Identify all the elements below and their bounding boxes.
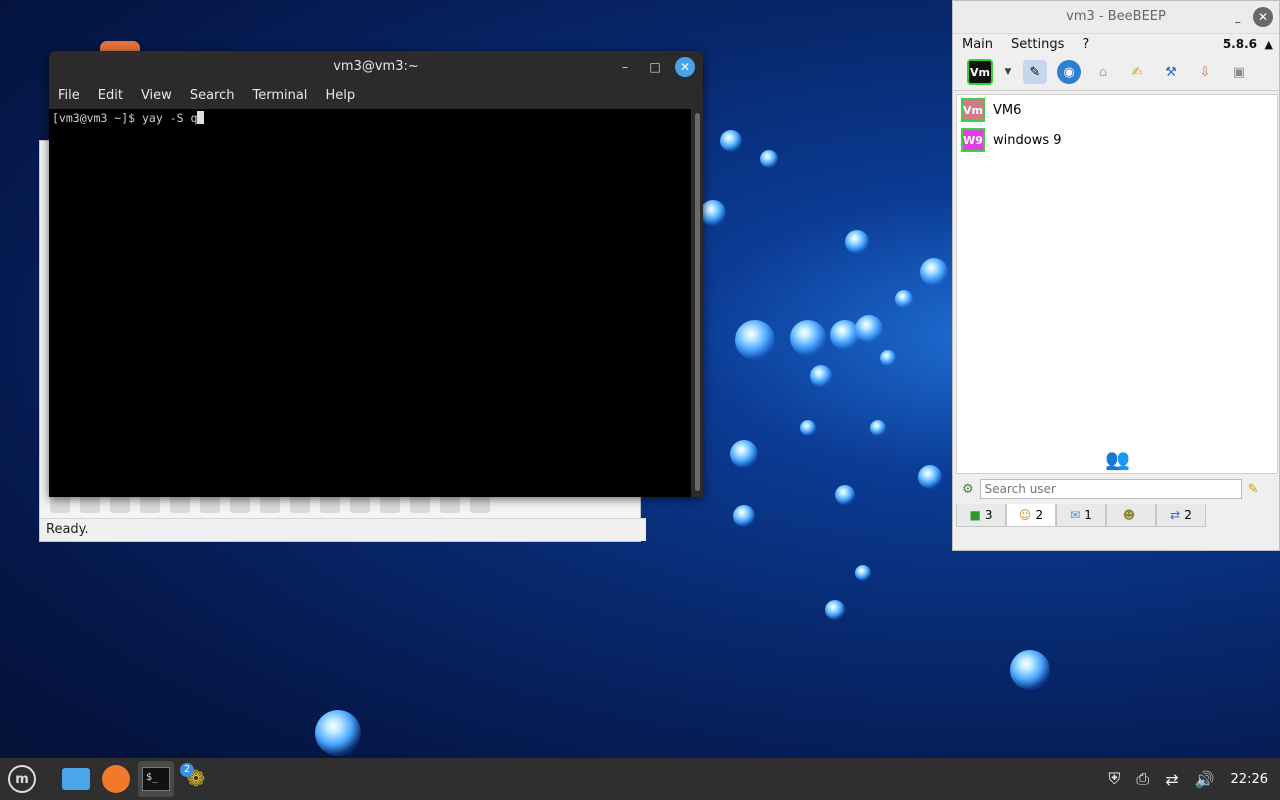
menu-settings[interactable]: Settings	[1002, 37, 1073, 52]
menu-file[interactable]: File	[49, 83, 89, 109]
toolbar-icon[interactable]	[290, 495, 310, 513]
clock[interactable]: 22:26	[1231, 772, 1268, 787]
notes-icon[interactable]: ✍	[1125, 60, 1149, 84]
terminal-icon: $_	[142, 767, 170, 791]
terminal-cursor	[197, 111, 205, 124]
toolbar-icon[interactable]	[410, 495, 430, 513]
toolbar-icon[interactable]	[230, 495, 250, 513]
profile-edit-icon[interactable]: ✎	[1023, 60, 1047, 84]
network-icon[interactable]: ◉	[1057, 60, 1081, 84]
terminal-title: vm3@vm3:~	[333, 59, 419, 74]
menu-main[interactable]: Main	[953, 37, 1002, 52]
toolbar-icon[interactable]	[320, 495, 340, 513]
user-name: windows 9	[993, 132, 1062, 148]
firefox-launcher[interactable]	[98, 761, 134, 797]
folder-icon	[62, 768, 90, 790]
beebeep-title: vm3 - BeeBEEP	[1066, 9, 1166, 24]
tab-groups[interactable]: ☻	[1106, 504, 1156, 527]
toolbar-icon[interactable]	[440, 495, 460, 513]
toolbar-icon[interactable]	[110, 495, 130, 513]
beebeep-window[interactable]: vm3 - BeeBEEP – ✕ Main Settings ? 5.8.6 …	[952, 0, 1280, 551]
terminal-launcher[interactable]: $_	[138, 761, 174, 797]
user-name: VM6	[993, 102, 1022, 118]
scrollbar-thumb[interactable]	[695, 113, 700, 491]
terminal-scrollbar[interactable]	[691, 109, 703, 497]
users-icon: ☺	[1018, 508, 1032, 522]
home-icon[interactable]: ⌂	[1091, 60, 1115, 84]
group-icon: ☻	[1122, 508, 1136, 522]
system-tray: ⛨ ⎙ ⇄ 🔊 22:26	[1108, 758, 1268, 800]
printer-icon[interactable]: ⎙	[1136, 769, 1149, 789]
toolbar-icon[interactable]	[200, 495, 220, 513]
beebeep-launcher[interactable]: ❁ 2	[178, 761, 214, 797]
toolbar-icon[interactable]	[380, 495, 400, 513]
people-icon: 👥	[1105, 447, 1130, 471]
search-row: ⚙ ✎	[956, 475, 1276, 503]
menu-view[interactable]: View	[132, 83, 181, 109]
menu-button[interactable]: m	[4, 761, 40, 797]
status-badge[interactable]: Vm	[967, 59, 993, 85]
close-icon[interactable]: ✕	[1253, 7, 1273, 27]
list-item[interactable]: Vm VM6	[957, 95, 1277, 125]
avatar: Vm	[961, 98, 985, 122]
search-input[interactable]	[979, 479, 1242, 499]
status-bar: Ready.	[40, 518, 646, 541]
menu-edit[interactable]: Edit	[89, 83, 132, 109]
linux-icon: ▲	[1264, 37, 1273, 51]
terminal-titlebar[interactable]: vm3@vm3:~ – □ ✕	[49, 51, 703, 83]
tab-users[interactable]: ☺ 2	[1006, 504, 1056, 527]
monitor-icon: ■	[969, 508, 981, 522]
toolbar-icon[interactable]	[140, 495, 160, 513]
notification-badge: 2	[180, 763, 194, 777]
terminal-menubar: File Edit View Search Terminal Help	[49, 83, 703, 109]
user-list: Vm VM6 W9 windows 9 👥	[956, 94, 1278, 474]
toolbar-icon[interactable]	[260, 495, 280, 513]
maximize-icon[interactable]: □	[645, 57, 665, 77]
tools-icon[interactable]: ⚒	[1159, 60, 1183, 84]
terminal-screen[interactable]: [vm3@vm3 ~]$ yay -S q	[49, 109, 691, 497]
menu-search[interactable]: Search	[181, 83, 244, 109]
chevron-down-icon[interactable]: ▼	[1003, 60, 1013, 84]
beebeep-tabs: ■ 3 ☺ 2 ✉ 1 ☻ ⇄ 2	[956, 504, 1206, 528]
close-icon[interactable]: ✕	[675, 57, 695, 77]
beebeep-toolbar: Vm ▼ ✎ ◉ ⌂ ✍ ⚒ ⇩ ▣	[953, 54, 1279, 91]
toolbar-icon[interactable]	[350, 495, 370, 513]
menu-help[interactable]: ?	[1073, 37, 1098, 52]
menu-help[interactable]: Help	[316, 83, 364, 109]
menu-terminal[interactable]: Terminal	[243, 83, 316, 109]
toolbar-icon[interactable]	[170, 495, 190, 513]
list-item[interactable]: W9 windows 9	[957, 125, 1277, 155]
download-folder-icon[interactable]: ⇩	[1193, 60, 1217, 84]
tab-shares[interactable]: ⇄ 2	[1156, 504, 1206, 527]
toolbar-icon[interactable]	[80, 495, 100, 513]
beebeep-titlebar[interactable]: vm3 - BeeBEEP – ✕	[953, 1, 1279, 34]
tab-chats[interactable]: ✉ 1	[1056, 504, 1106, 527]
minimize-icon[interactable]: –	[615, 57, 635, 77]
network-icon[interactable]: ⇄	[1165, 770, 1178, 789]
beebeep-menubar: Main Settings ? 5.8.6 ▲	[953, 34, 1279, 54]
version-label: 5.8.6	[1222, 37, 1257, 51]
files-launcher[interactable]	[58, 761, 94, 797]
share-icon: ⇄	[1170, 508, 1181, 522]
search-settings-icon[interactable]: ⚙	[962, 482, 974, 497]
terminal-prompt-line: [vm3@vm3 ~]$ yay -S q	[52, 111, 198, 125]
taskbar: m $_ ❁ 2 ⛨ ⎙ ⇄ 🔊 22:26	[0, 758, 1280, 800]
avatar: W9	[961, 128, 985, 152]
toolbar-icon[interactable]	[50, 495, 70, 513]
toolbar-icon[interactable]	[470, 495, 490, 513]
shield-icon[interactable]: ⛨	[1108, 769, 1120, 789]
firefox-icon	[102, 765, 130, 793]
clear-search-icon[interactable]: ✎	[1248, 482, 1259, 497]
terminal-window[interactable]: vm3@vm3:~ – □ ✕ File Edit View Search Te…	[49, 51, 703, 497]
volume-icon[interactable]: 🔊	[1195, 770, 1215, 789]
trash-icon[interactable]: ▣	[1227, 60, 1251, 84]
mint-logo-icon: m	[8, 765, 36, 793]
chat-icon: ✉	[1070, 508, 1081, 522]
tab-computers[interactable]: ■ 3	[956, 504, 1006, 527]
